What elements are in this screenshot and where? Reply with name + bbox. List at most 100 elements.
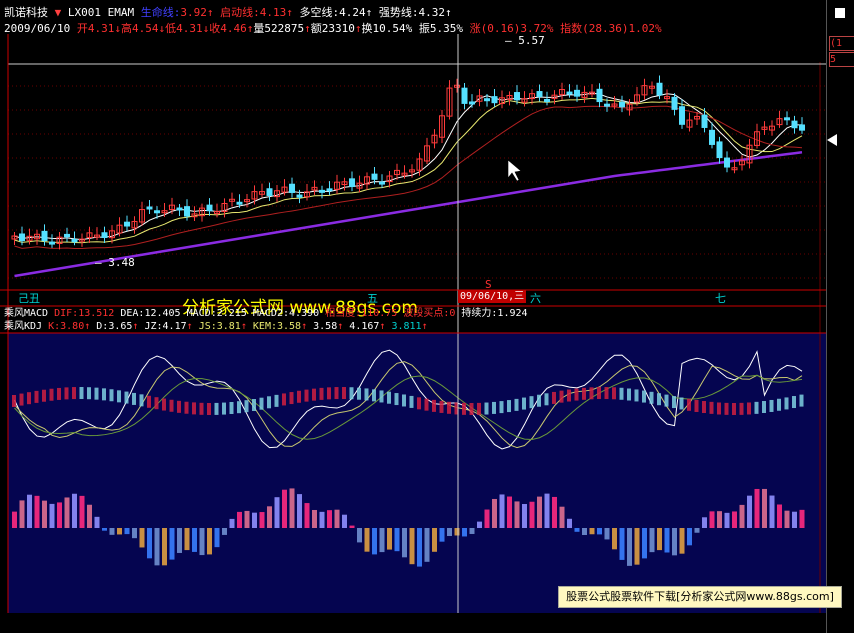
index-value: 指数(28.36)1.02% [560, 22, 662, 35]
histogram-bar [612, 528, 617, 550]
histogram-bar [162, 528, 167, 566]
ribbon-bar [184, 401, 189, 414]
ribbon-bar [87, 387, 91, 400]
ribbon-bar [357, 387, 361, 400]
candle [101, 232, 108, 238]
candle [236, 201, 243, 205]
ribbon-bar [634, 389, 639, 402]
histogram-bar [664, 528, 670, 553]
candle [619, 101, 625, 108]
histogram-bar [619, 528, 625, 560]
histogram-bar [357, 528, 362, 543]
ribbon-bar [282, 393, 286, 406]
ribbon-bar [672, 396, 676, 409]
low-label: 低 [165, 22, 177, 35]
candle [469, 101, 475, 105]
histogram-bar [447, 528, 452, 537]
histogram-bar [709, 511, 715, 528]
ribbon-bar [34, 390, 39, 403]
ribbon-bar [334, 387, 339, 400]
histogram-bar [529, 501, 535, 528]
histogram-bar [289, 488, 295, 528]
right-panel-box-1[interactable]: (1 [829, 36, 854, 51]
histogram-bar [87, 504, 92, 528]
histogram-bar [409, 528, 415, 565]
ribbon-bar [117, 390, 121, 403]
histogram-bar [94, 516, 100, 528]
candle [491, 96, 498, 104]
ribbon-bar [747, 402, 751, 415]
start-line-label: 启动线: [220, 6, 260, 19]
ribbon-bar [162, 398, 166, 411]
chart-window: 凯诺科技 ▼ LX001 EMAM 生命线:3.92↑ 启动线:4.13↑ 多空… [0, 0, 854, 633]
histogram-bar [394, 528, 400, 552]
histogram-bar [732, 511, 737, 528]
ribbon-bar [259, 397, 264, 410]
histogram-bar [117, 528, 122, 535]
histogram-bar [507, 496, 512, 528]
axis-month-3: 六 [530, 292, 541, 305]
histogram-bar [109, 528, 115, 535]
ribbon-bar [342, 387, 346, 400]
histogram-bar [589, 528, 595, 535]
macd-indicator-name[interactable]: 乘风MACD [4, 308, 48, 319]
histogram-bar [717, 511, 722, 528]
up-arrow-icon: ↑ [304, 22, 311, 35]
candle [671, 96, 678, 110]
ribbon-bar [739, 402, 744, 415]
ribbon-bar [754, 401, 759, 414]
down-arrow-icon: ↓ [114, 22, 121, 35]
ribbon-bar [147, 395, 151, 408]
ribbon-bar [417, 397, 421, 410]
scroll-handle-icon[interactable] [835, 8, 845, 18]
candle [701, 114, 708, 128]
candle [461, 87, 468, 104]
ribbon-bar [642, 390, 646, 403]
histogram-bar [327, 510, 332, 528]
histogram-bar [199, 528, 205, 556]
histogram-bar [537, 496, 542, 528]
histogram-bar [687, 528, 692, 546]
ribbon-bar [207, 402, 211, 415]
ribbon-bar [267, 396, 271, 409]
histogram-bar [634, 528, 640, 565]
candle [379, 181, 385, 185]
candle [154, 210, 160, 214]
histogram-bar [769, 495, 775, 528]
ribbon-bar [372, 389, 376, 402]
histogram-bar [72, 493, 77, 528]
histogram-bar [499, 494, 505, 528]
macd-value: MACD:2.215 [186, 308, 247, 319]
ribbon-bar [582, 387, 586, 400]
life-line-label: 生命线: [140, 6, 181, 19]
ribbon-bar [462, 402, 466, 415]
histogram-bar [169, 528, 175, 560]
histogram-bar [462, 528, 467, 537]
ribbon-bar [49, 388, 54, 401]
ribbon-bar [529, 396, 534, 409]
histogram-bar [229, 518, 235, 528]
candle [484, 98, 490, 102]
histogram-bar [364, 528, 370, 552]
histogram-bar [627, 528, 632, 566]
histogram-bar [319, 511, 325, 528]
histogram-bar [57, 502, 62, 528]
histogram-bar [49, 503, 55, 528]
histogram-bar [387, 528, 392, 550]
up-arrow-icon: ↑ [206, 6, 214, 19]
ribbon-bar [94, 387, 99, 400]
ribbon-bar [379, 390, 384, 403]
right-panel-box-2[interactable]: 5 [829, 52, 854, 67]
histogram-bar [544, 493, 550, 528]
dropdown-arrow-icon[interactable]: ▼ [55, 6, 62, 19]
histogram-bar [214, 528, 220, 548]
volume-value: 量522875 [253, 22, 305, 35]
kdj-indicator-name[interactable]: 乘风KDJ [4, 321, 42, 332]
histogram-bar [574, 528, 580, 532]
candle [296, 194, 303, 198]
candle [146, 206, 153, 210]
ribbon-bar [177, 400, 181, 413]
ad-banner[interactable]: 股票公式股票软件下载[分析家公式网www.88gs.com] [558, 586, 842, 608]
ribbon-bar [657, 393, 661, 406]
ribbon-bar [432, 399, 436, 412]
